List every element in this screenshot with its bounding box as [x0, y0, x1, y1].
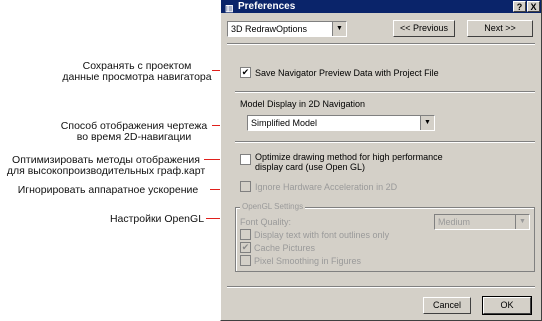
optimize-label: Optimize drawing method for high perform… — [255, 152, 443, 172]
display-text-checkbox[interactable] — [240, 229, 251, 240]
separator — [227, 286, 535, 288]
checkmark-icon: ✔ — [241, 242, 250, 252]
page-select[interactable]: 3D RedrawOptions ▼ — [227, 21, 347, 37]
previous-button[interactable]: << Previous — [393, 20, 455, 37]
page-select-value: 3D RedrawOptions — [231, 24, 308, 34]
ignore-hw-checkbox[interactable] — [240, 181, 251, 192]
annotation-text: Оптимизировать методы отображения для вы… — [6, 154, 206, 177]
model-display-label: Model Display in 2D Navigation — [240, 99, 366, 109]
optimize-checkbox[interactable] — [240, 154, 251, 165]
annotation-text: Способ отображения чертежа во время 2D-н… — [60, 120, 208, 143]
font-quality-value: Medium — [438, 217, 471, 227]
help-button[interactable]: ? — [513, 1, 526, 12]
annotation-ignore-hw: Игнорировать аппаратное ускорение — [4, 185, 212, 196]
chevron-down-icon: ▼ — [515, 215, 529, 229]
app-icon: ▥ — [225, 3, 234, 13]
annotation-save-nav: Сохранять с проектом данные просмотра на… — [52, 61, 222, 83]
model-display-value: Simplified Model — [251, 118, 318, 128]
pixel-smoothing-label: Pixel Smoothing in Figures — [254, 256, 362, 266]
separator — [227, 43, 535, 45]
dialog-title: Preferences — [238, 1, 296, 12]
title-bar: ▥ Preferences ? X — [221, 0, 541, 13]
annotation-model-display: Способ отображения чертежа во время 2D-н… — [54, 121, 214, 143]
cache-pictures-checkbox[interactable]: ✔ — [240, 242, 251, 253]
annotation-optimize: Оптимизировать методы отображения для вы… — [0, 155, 212, 177]
separator — [235, 91, 535, 93]
chevron-down-icon: ▼ — [332, 22, 346, 36]
display-text-label: Display text with font outlines only — [254, 230, 390, 240]
opengl-group-title: OpenGL Settings — [240, 202, 306, 211]
ok-button[interactable]: OK — [482, 296, 532, 315]
close-button[interactable]: X — [527, 1, 540, 12]
model-display-select[interactable]: Simplified Model ▼ — [247, 115, 435, 131]
chevron-down-icon: ▼ — [420, 116, 434, 130]
ignore-hw-label: Ignore Hardware Acceleration in 2D — [255, 182, 398, 192]
save-nav-checkbox[interactable]: ✔ — [240, 67, 251, 78]
annotation-text: Игнорировать аппаратное ускорение — [17, 184, 199, 196]
font-quality-select[interactable]: Medium ▼ — [434, 214, 530, 230]
cancel-button[interactable]: Cancel — [423, 297, 471, 314]
pixel-smoothing-checkbox[interactable] — [240, 255, 251, 266]
checkmark-icon: ✔ — [241, 67, 250, 77]
font-quality-label: Font Quality: — [240, 217, 292, 227]
save-nav-label: Save Navigator Preview Data with Project… — [255, 68, 439, 78]
annotation-opengl: Настройки OpenGL — [106, 214, 208, 225]
cache-pictures-label: Cache Pictures — [254, 243, 316, 253]
annotation-text: Сохранять с проектом данные просмотра на… — [62, 60, 212, 83]
preferences-dialog: ▥ Preferences ? X 3D RedrawOptions ▼ << … — [220, 0, 542, 321]
separator — [235, 141, 535, 143]
next-button[interactable]: Next >> — [467, 20, 533, 37]
annotation-text: Настройки OpenGL — [109, 213, 205, 225]
